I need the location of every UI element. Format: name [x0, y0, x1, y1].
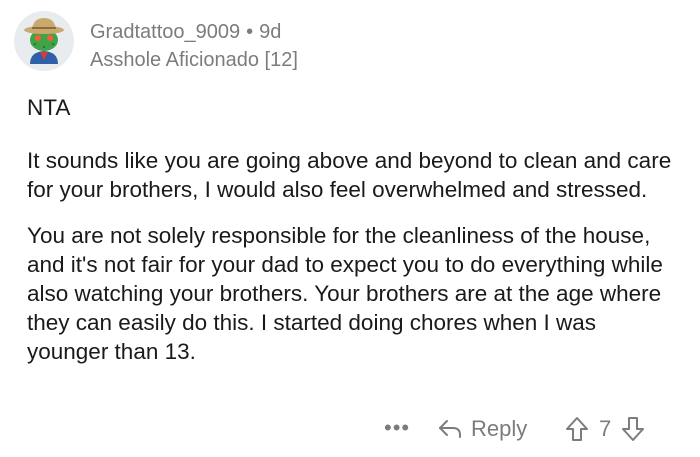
upvote-arrow-icon — [566, 417, 588, 441]
comment-age: 9d — [259, 21, 282, 43]
user-flair: Asshole Aficionado [12] — [90, 49, 298, 71]
reply-button[interactable]: Reply — [437, 413, 527, 445]
comment-actions: ••• Reply 7 — [0, 413, 700, 449]
reply-arrow-icon — [439, 420, 461, 438]
comment-paragraph: It sounds like you are going above and b… — [27, 148, 672, 202]
comment-meta: Gradtattoo_9009 • 9d — [90, 20, 281, 44]
comment-paragraph: NTA — [27, 95, 71, 120]
reply-label: Reply — [471, 416, 528, 441]
author-username[interactable]: Gradtattoo_9009 — [90, 21, 240, 43]
more-options-icon[interactable]: ••• — [384, 415, 410, 441]
meta-separator: • — [246, 21, 254, 43]
avatar[interactable] — [13, 10, 75, 72]
comment: Gradtattoo_9009 • 9d Asshole Aficionado [1… — [0, 0, 700, 457]
vote-controls: 7 — [565, 413, 645, 445]
comment-body: NTA It sounds like you are going above a… — [27, 93, 677, 383]
vote-score: 7 — [599, 416, 612, 441]
downvote-arrow-icon — [622, 417, 645, 441]
comment-paragraph: You are not solely responsible for the c… — [27, 223, 663, 364]
snoo-avatar-icon — [14, 11, 74, 71]
downvote-button[interactable] — [621, 416, 645, 442]
upvote-button[interactable] — [565, 416, 589, 442]
